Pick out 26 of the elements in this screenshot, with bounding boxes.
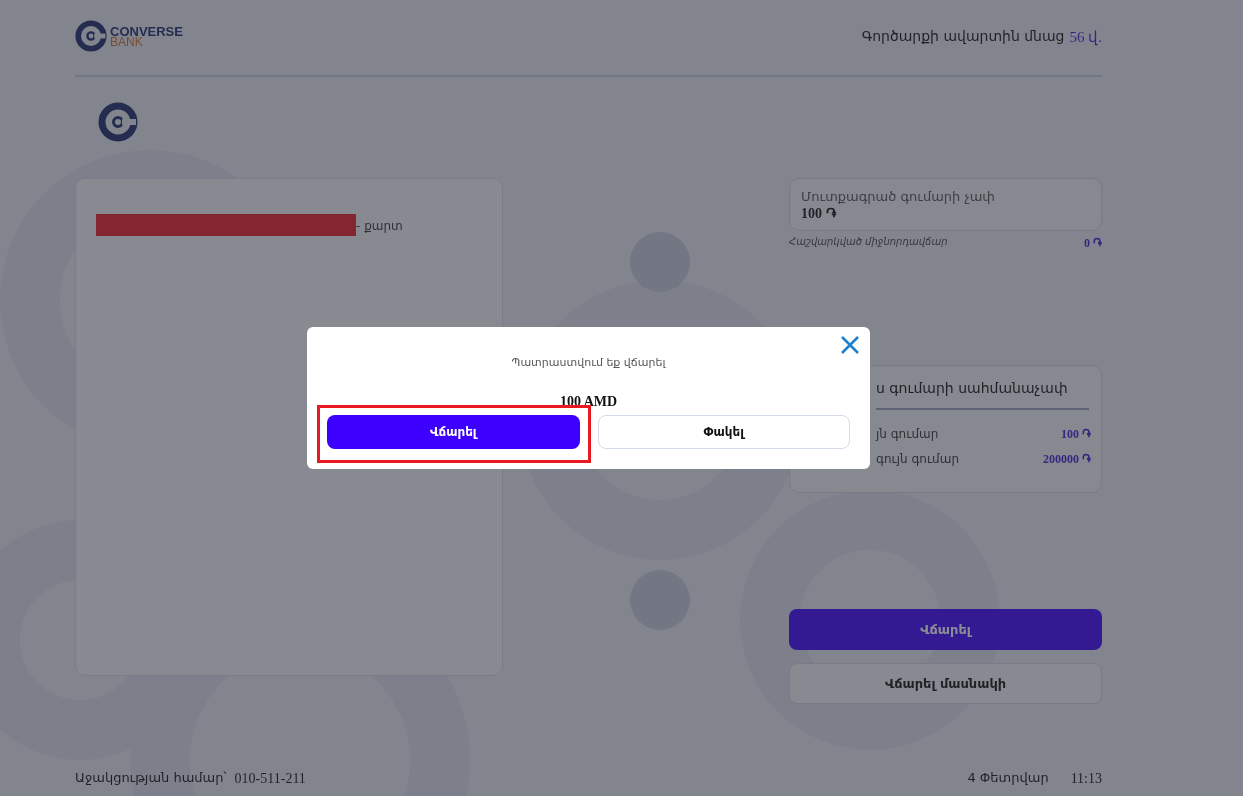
- limit-value: 200000 ֏: [1043, 451, 1091, 468]
- logo-text: CONVERSE: [110, 26, 183, 37]
- pay-button[interactable]: Վճարել մասնակի: [789, 663, 1102, 704]
- dialog-button[interactable]: Փակել: [597, 414, 850, 449]
- field-value: 100 ֏: [801, 205, 837, 223]
- limit-label: յն գումար: [876, 426, 939, 443]
- support-label: Աջակցության համար՝: [75, 769, 227, 787]
- timer-value: 56 վ.: [1069, 28, 1102, 48]
- commission-label: Հաշվարկված միջնորդավճար: [789, 235, 948, 249]
- logo-icon: [98, 102, 138, 142]
- limit-label: գույն գումար: [876, 451, 959, 468]
- pay-button[interactable]: Վճարել: [789, 609, 1102, 650]
- commission-value: 0 ֏: [1084, 235, 1102, 252]
- limits-title: ս գումարի սահմանաչափ: [876, 378, 1089, 410]
- support-phone: 010-511-211: [234, 770, 306, 788]
- dialog-button[interactable]: Վճարել: [327, 414, 580, 449]
- card-label: - քարտ: [356, 218, 403, 235]
- field-label: Մուտքագրած գումարի չափ: [801, 189, 996, 205]
- bank-logo-icon: [75, 20, 107, 52]
- logo-text: BANK: [110, 37, 143, 48]
- timer-label: Գործարքի ավարտին մնաց: [861, 27, 1065, 46]
- date-text: 4 Փետրվար: [967, 769, 1049, 787]
- time-text: 11:13: [1070, 770, 1102, 788]
- dialog-message: Պատրաստվում եք վճարել: [511, 355, 666, 371]
- close-icon[interactable]: [839, 334, 861, 356]
- limit-value: 100 ֏: [1061, 426, 1091, 443]
